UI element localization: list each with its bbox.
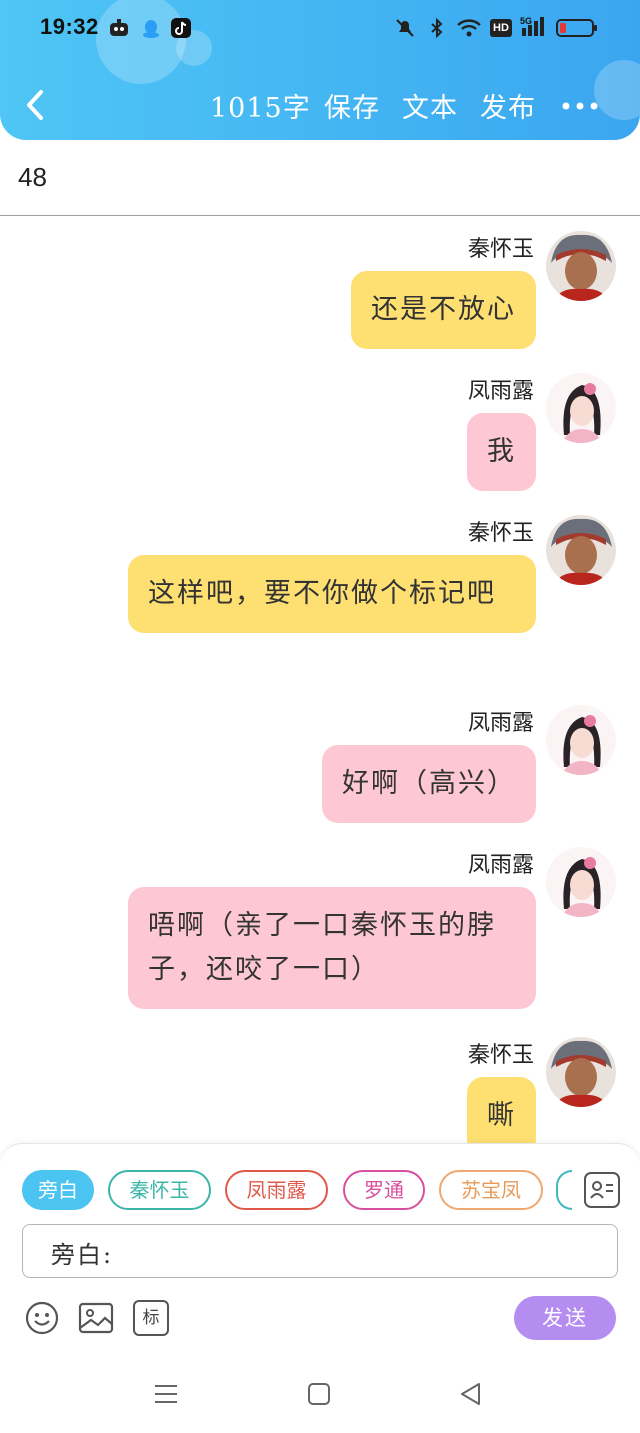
character-chip[interactable]: 苏宝凤 [439, 1170, 543, 1210]
avatar-qin-huaiyu[interactable] [546, 231, 616, 301]
avatar-feng-yulu[interactable] [546, 705, 616, 775]
text-button[interactable]: 文本 [402, 86, 458, 125]
character-chip[interactable]: 秦怀玉 [108, 1170, 211, 1210]
app-icon [110, 19, 128, 36]
message-bubble[interactable]: 好啊（高兴） [322, 745, 536, 823]
mute-icon [396, 19, 414, 37]
battery-icon [556, 19, 597, 37]
status-time: 19:32 [40, 14, 99, 39]
compose-panel: 旁白 秦怀玉 凤雨露 罗通 苏宝凤 旁白: 标 发送 [0, 1143, 640, 1355]
character-chip-narrator[interactable]: 旁白 [22, 1170, 94, 1210]
character-chip-partial[interactable] [556, 1170, 572, 1210]
speaker-name: 秦怀玉 [467, 521, 534, 546]
chapter-title[interactable]: 48 [18, 162, 47, 193]
qq-icon [143, 20, 159, 38]
speaker-name: 秦怀玉 [467, 237, 534, 262]
character-chip[interactable]: 罗通 [343, 1170, 425, 1210]
menu-icon[interactable] [153, 1381, 179, 1407]
message-bubble[interactable]: 这样吧，要不你做个标记吧 [128, 555, 536, 633]
back-arrow-icon[interactable] [22, 88, 48, 122]
character-chip[interactable]: 凤雨露 [225, 1170, 328, 1210]
status-bar: 19:32 HD 5G [0, 0, 640, 56]
message-bubble[interactable]: 唔啊（亲了一口秦怀玉的脖子，还咬了一口） [128, 887, 536, 1009]
avatar-qin-huaiyu[interactable] [546, 515, 616, 585]
tiktok-icon [171, 18, 191, 38]
bluetooth-icon [431, 17, 443, 39]
message-bubble[interactable]: 还是不放心 [351, 271, 536, 349]
input-speaker-label: 旁白: [51, 1241, 114, 1269]
save-button[interactable]: 保存 [324, 86, 380, 125]
home-icon[interactable] [306, 1381, 332, 1407]
speaker-name: 凤雨露 [467, 853, 534, 878]
mark-button[interactable]: 标 [133, 1300, 169, 1336]
wifi-icon [457, 19, 481, 37]
message-bubble[interactable]: 嘶 [467, 1077, 536, 1143]
publish-button[interactable]: 发布 [480, 86, 536, 125]
avatar-feng-yulu[interactable] [546, 847, 616, 917]
more-menu-icon[interactable] [562, 102, 598, 110]
back-icon[interactable] [458, 1381, 484, 1407]
avatar-feng-yulu[interactable] [546, 373, 616, 443]
chat-area[interactable]: 秦怀玉 还是不放心 凤雨露 我 秦怀玉 这样吧，要不你做个标记吧 凤雨露 好啊（… [0, 217, 640, 1143]
speaker-name: 秦怀玉 [467, 1043, 534, 1068]
contact-card-icon[interactable] [584, 1172, 620, 1208]
message-input[interactable]: 旁白: [22, 1224, 618, 1278]
app-header: 19:32 HD 5G 1015字 保存 文本 发布 [0, 0, 640, 140]
word-count: 1015字 [210, 93, 311, 124]
image-icon[interactable] [78, 1300, 114, 1336]
emoji-icon[interactable] [24, 1300, 60, 1336]
chapter-title-row[interactable]: 48 [0, 140, 640, 216]
signal-5g-icon: 5G [520, 16, 548, 38]
hd-icon: HD [490, 19, 512, 37]
message-bubble[interactable]: 我 [467, 413, 536, 491]
editor-toolbar: 1015字 保存 文本 发布 [0, 70, 640, 140]
speaker-name: 凤雨露 [467, 711, 534, 736]
speaker-name: 凤雨露 [467, 379, 534, 404]
system-nav-bar [0, 1355, 640, 1433]
send-button[interactable]: 发送 [514, 1296, 616, 1340]
avatar-qin-huaiyu[interactable] [546, 1037, 616, 1107]
